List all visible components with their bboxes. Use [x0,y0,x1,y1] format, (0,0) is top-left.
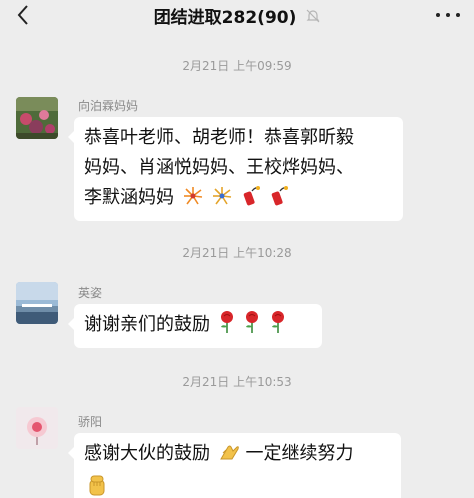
message-line-wrap [84,473,391,498]
message-line: 李默涵妈妈 [84,187,174,208]
message-bubble[interactable]: 恭喜叶老师、胡老师！恭喜郭昕毅 妈妈、肖涵悦妈妈、王校烨妈妈、 李默涵妈妈 [68,117,403,221]
chat-title: 团结进取282(90) [153,8,297,28]
timestamp: 2月21日 上午10:53 [182,375,292,389]
message-line: 一定继续努力 [245,443,354,464]
firecracker-icon [269,185,289,217]
sender-name: 向泊霖妈妈 [78,99,139,113]
rose-icon [243,310,261,344]
sender-name: 英姿 [78,286,103,300]
message-bubble[interactable]: 谢谢亲们的鼓励 [68,304,322,348]
chat-screen: 团结进取282(90) 2月21日 上午09:59 向泊霖妈妈 恭喜叶老师、胡老 [0,0,474,498]
message-line: 妈妈、肖涵悦妈妈、王校烨妈妈、 [84,157,354,178]
avatar[interactable] [16,97,58,139]
bell-muted-icon [306,8,320,28]
message-line: 谢谢亲们的鼓励 [84,314,210,335]
clapping-hands-icon [218,441,240,473]
fireworks-icon [211,185,233,217]
message-line-wrap: 感谢大伙的鼓励 一定继续努力 [84,439,391,473]
chat-header: 团结进取282(90) [0,0,474,30]
rose-icon [269,310,287,344]
fireworks-icon [182,185,204,217]
timestamp: 2月21日 上午10:28 [182,246,292,260]
avatar[interactable] [16,407,58,449]
message-line-wrap: 李默涵妈妈 [84,183,393,217]
more-dots-icon[interactable] [436,6,460,24]
firecracker-icon [241,185,261,217]
message-line: 恭喜叶老师、胡老师！恭喜郭昕毅 [84,127,354,148]
timestamp: 2月21日 上午09:59 [182,59,292,73]
message-line: 感谢大伙的鼓励 [84,443,210,464]
sender-name: 骄阳 [78,415,103,429]
chat-title-wrap[interactable]: 团结进取282(90) [0,3,474,28]
avatar[interactable] [16,282,58,324]
raised-fist-icon [86,473,108,498]
rose-icon [218,310,236,344]
message-bubble[interactable]: 感谢大伙的鼓励 一定继续努力 [68,433,401,498]
